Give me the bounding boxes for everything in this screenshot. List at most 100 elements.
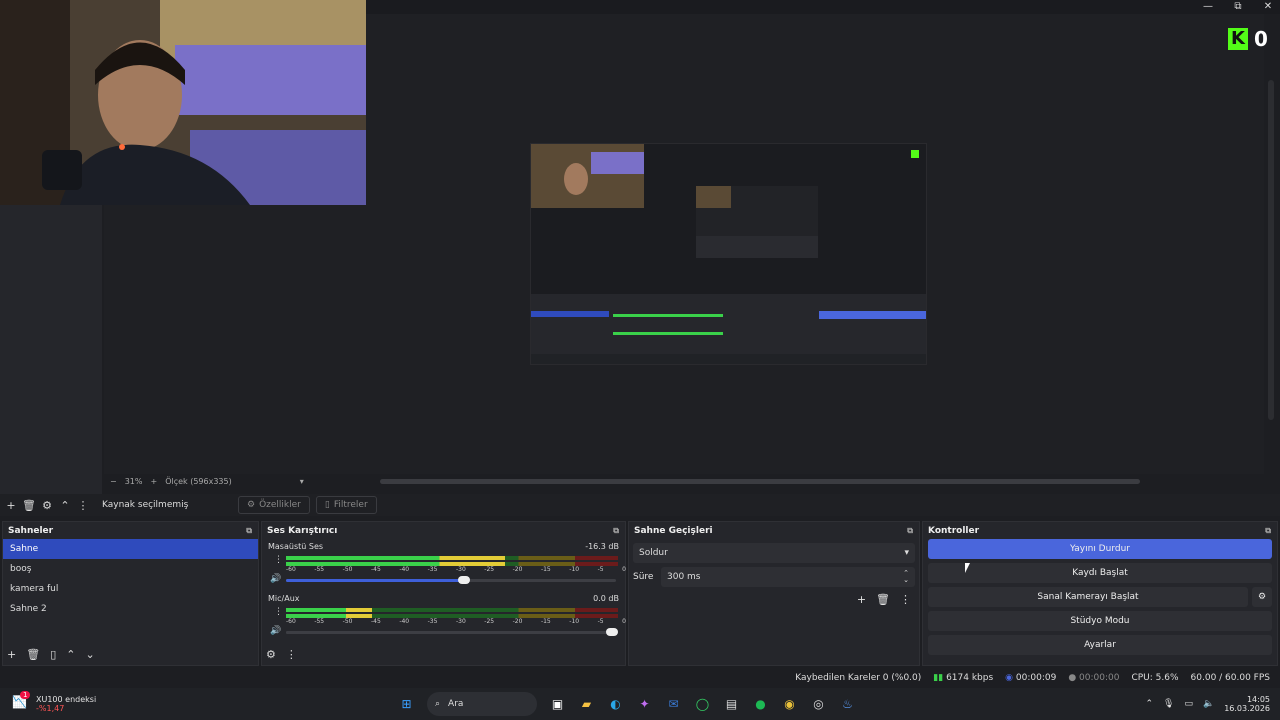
speaker-icon[interactable]: 🔊 <box>270 574 281 584</box>
chevron-up-icon[interactable]: ⌃ <box>1145 699 1153 709</box>
clock[interactable]: 14:05 16.03.2026 <box>1224 695 1270 713</box>
advanced-audio-icon[interactable]: ⚙ <box>266 648 276 661</box>
meter-tick-label: -50 <box>342 618 353 625</box>
mail-icon[interactable]: ✉ <box>664 694 684 714</box>
stop-stream-button[interactable]: Yayını Durdur <box>928 539 1272 559</box>
maximize-button[interactable]: ⧉ <box>1232 1 1244 12</box>
meter-tick-label: -15 <box>540 566 551 573</box>
volume-knob[interactable] <box>457 576 470 584</box>
undock-icon[interactable]: ⧉ <box>613 526 619 536</box>
more-vert-icon[interactable]: ⋮ <box>274 555 283 565</box>
status-bar: Kaybedilen Kareler 0 (%0.0) ▮▮ 6174 kbps… <box>0 667 1280 688</box>
trash-icon[interactable]: 🗑 <box>876 593 890 606</box>
viewer-count: 0 <box>1254 27 1268 51</box>
start-recording-button[interactable]: Kaydı Başlat <box>928 563 1272 583</box>
undock-icon[interactable]: ⧉ <box>907 526 913 536</box>
copilot-icon[interactable]: ✦ <box>635 694 655 714</box>
scene-item[interactable]: Sahne 2 <box>3 599 258 619</box>
whatsapp-icon[interactable]: ◯ <box>693 694 713 714</box>
add-icon[interactable]: + <box>7 648 16 661</box>
filter-icon: ▯ <box>324 500 330 510</box>
undock-icon[interactable]: ⧉ <box>246 526 252 536</box>
duration-input[interactable]: 300 ms ⌃ ⌄ <box>661 567 915 587</box>
meter-tick-label: 0 <box>622 566 626 573</box>
more-vert-icon[interactable]: ⋮ <box>74 499 92 512</box>
volume-knob[interactable] <box>606 628 618 636</box>
controls-title: Kontroller <box>928 525 980 536</box>
track-db: -16.3 dB <box>585 542 619 551</box>
taskbar-search[interactable]: ⌕ Ara <box>427 692 537 716</box>
scene-item[interactable]: booş <box>3 559 258 579</box>
trash-icon[interactable]: 🗑 <box>26 648 40 661</box>
transition-select[interactable]: Soldur ▾ <box>633 543 915 563</box>
record-icon: ● <box>1068 672 1077 683</box>
gear-icon[interactable]: ⚙ <box>38 499 56 512</box>
properties-button[interactable]: ⚙ Özellikler <box>238 496 310 514</box>
chrome-icon[interactable]: ◉ <box>780 694 800 714</box>
fps: 60.00 / 60.00 FPS <box>1190 672 1270 683</box>
task-view-icon[interactable]: ▣ <box>548 694 568 714</box>
mixer-title: Ses Karıştırıcı <box>267 525 338 536</box>
gear-icon[interactable]: ⚙ <box>1252 587 1272 607</box>
filters-button[interactable]: ▯ Filtreler <box>315 496 377 514</box>
chevron-up-icon[interactable]: ⌃ <box>56 499 74 512</box>
preview-vertical-scrollbar[interactable] <box>1268 80 1274 420</box>
settings-button[interactable]: Ayarlar <box>928 635 1272 655</box>
chevron-up-icon[interactable]: ⌃ <box>66 648 75 661</box>
store-icon[interactable]: ▤ <box>722 694 742 714</box>
stock-name: XU100 endeksi <box>36 695 97 704</box>
dropped-frames: Kaybedilen Kareler 0 (%0.0) <box>795 672 922 683</box>
filter-icon[interactable]: ▯ <box>50 648 56 661</box>
scene-transitions-dock: Sahne Geçişleri ⧉ Soldur ▾ Süre 300 ms ⌃… <box>628 521 920 666</box>
microphone-icon[interactable]: 🎙 <box>1163 699 1174 709</box>
meter-tick-label: -40 <box>399 618 410 625</box>
stock-widget[interactable]: 📉 1 XU100 endeksi -%1,47 <box>12 691 392 713</box>
volume-slider[interactable] <box>286 628 618 636</box>
edge-icon[interactable]: ◐ <box>606 694 626 714</box>
audio-mixer-dock: Ses Karıştırıcı ⧉ Masaüstü Ses -16.3 dB … <box>261 521 626 666</box>
more-vert-icon[interactable]: ⋮ <box>274 607 283 617</box>
steam-icon[interactable]: ♨ <box>838 694 858 714</box>
file-explorer-icon[interactable]: ▰ <box>577 694 597 714</box>
meter-tick-label: -60 <box>286 618 296 625</box>
windows-start-icon[interactable]: ⊞ <box>397 694 417 714</box>
gear-icon: ⚙ <box>247 500 256 510</box>
meter-tick-label: -35 <box>427 566 438 573</box>
spinner-icon[interactable]: ⌃ ⌄ <box>903 570 909 584</box>
close-button[interactable]: ✕ <box>1262 1 1274 12</box>
trash-icon[interactable]: 🗑 <box>20 499 38 512</box>
studio-mode-button[interactable]: Stüdyo Modu <box>928 611 1272 631</box>
scenes-title: Sahneler <box>8 525 54 536</box>
more-vert-icon[interactable]: ⋮ <box>286 648 297 661</box>
speaker-icon[interactable]: 🔊 <box>270 626 281 636</box>
volume-icon[interactable]: 🔈 <box>1203 699 1214 709</box>
add-icon[interactable]: + <box>2 499 20 512</box>
meter-tick-label: -25 <box>484 566 495 573</box>
network-icon[interactable]: ▭ <box>1184 699 1193 709</box>
notification-badge: 1 <box>20 691 31 699</box>
meter-tick-label: -40 <box>399 566 410 573</box>
preview-horizontal-scrollbar[interactable] <box>380 479 1140 484</box>
undock-icon[interactable]: ⧉ <box>1265 526 1271 536</box>
start-virtual-camera-button[interactable]: Sanal Kamerayı Başlat <box>928 587 1248 607</box>
nested-preview-image <box>530 143 927 365</box>
scene-item[interactable]: Sahne <box>3 539 258 559</box>
volume-fill <box>286 579 468 582</box>
add-icon[interactable]: + <box>857 593 866 606</box>
windows-taskbar: 📉 1 XU100 endeksi -%1,47 ⊞ ⌕ Ara ▣ ▰ ◐ ✦… <box>0 688 1280 720</box>
zoom-out-button[interactable]: − <box>110 477 117 486</box>
chevron-down-icon[interactable]: ▾ <box>300 477 304 486</box>
meter-tick-label: -30 <box>455 566 466 573</box>
minimize-button[interactable]: — <box>1202 1 1214 12</box>
obs-icon[interactable]: ◎ <box>809 694 829 714</box>
more-vert-icon[interactable]: ⋮ <box>900 593 911 606</box>
obs-window: — ⧉ ✕ K 0 − 31% + Ölçek (596x335) ▾ + 🗑 … <box>0 0 1280 720</box>
mouse-cursor-icon <box>965 563 970 573</box>
meter-tick-label: -45 <box>370 618 381 625</box>
record-time: 00:00:00 <box>1079 672 1120 683</box>
scene-item[interactable]: kamera ful <box>3 579 258 599</box>
chevron-down-icon[interactable]: ⌄ <box>85 648 94 661</box>
zoom-in-button[interactable]: + <box>150 477 157 486</box>
spotify-icon[interactable]: ● <box>751 694 771 714</box>
volume-slider[interactable] <box>286 576 616 584</box>
